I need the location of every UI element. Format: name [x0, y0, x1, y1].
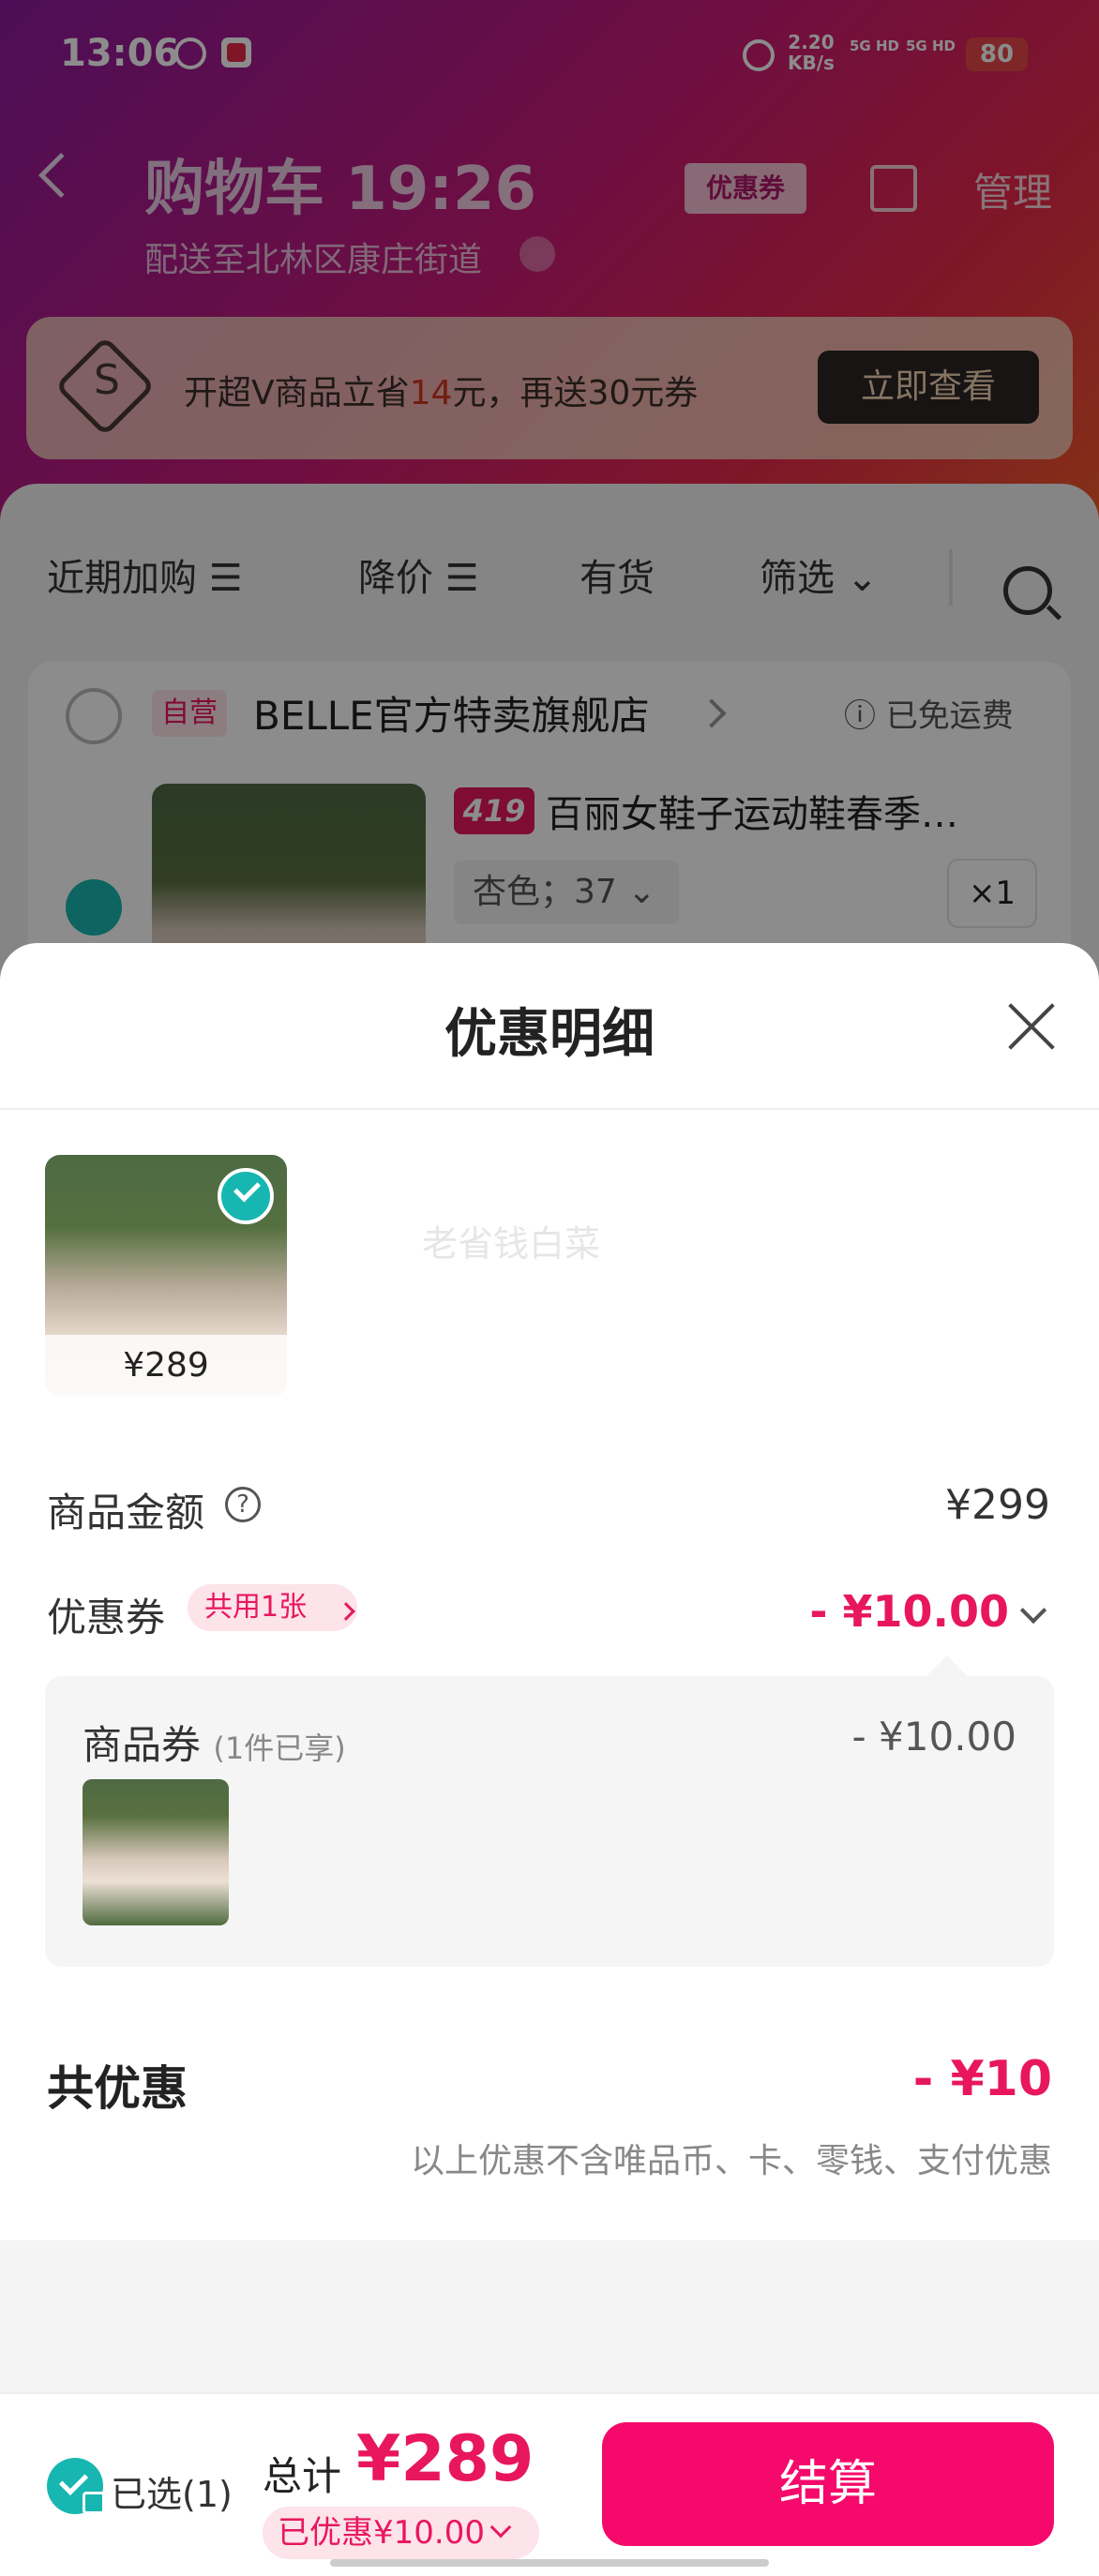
home-indicator[interactable]: [330, 2559, 769, 2567]
coupon-detail-panel: 商品券 (1件已享) - ¥10.00: [45, 1676, 1054, 1967]
thumbnail-price: ¥289: [45, 1335, 287, 1397]
goods-amount-value: ¥299: [945, 1481, 1050, 1529]
total-discount-amount: - ¥10: [912, 2051, 1052, 2107]
discount-note: 以上优惠不含唯品币、卡、零钱、支付优惠: [410, 2142, 1052, 2180]
selected-count[interactable]: 已选(1): [111, 2465, 233, 2517]
discount-detail-sheet: 优惠明细 ¥289 老省钱白菜 商品金额 ? ¥299 优惠券 共用1张 - ¥…: [0, 943, 1099, 2576]
sheet-spacer: [0, 2240, 1099, 2398]
coupon-count-chip[interactable]: 共用1张: [188, 1584, 358, 1631]
coupon-product-thumbnail: [83, 1779, 229, 1925]
check-icon: [218, 1168, 274, 1224]
product-coupon-title: 商品券 (1件已享): [83, 1722, 346, 1768]
total-label: 总计: [263, 2453, 342, 2499]
checkout-button[interactable]: 结算: [602, 2422, 1054, 2546]
coupon-label: 优惠券: [47, 1595, 166, 1640]
total-discount-label: 共优惠: [47, 2061, 188, 2116]
panel-caret: [925, 1655, 970, 1678]
goods-amount-label: 商品金额: [47, 1490, 205, 1535]
checkout-bar: 已选(1) 总计 ¥289 已优惠¥10.00 结算: [0, 2392, 1099, 2576]
coupon-amount[interactable]: - ¥10.00: [809, 1586, 1009, 1637]
chevron-down-icon[interactable]: [1019, 1596, 1047, 1625]
divider: [0, 1108, 1099, 1110]
product-coupon-amount: - ¥10.00: [851, 1714, 1016, 1760]
total-amount: ¥289: [356, 2422, 534, 2496]
help-icon[interactable]: ?: [225, 1487, 261, 1522]
sheet-title: 优惠明细: [444, 1004, 655, 1065]
watermark: 老省钱白菜: [422, 1223, 601, 1265]
lock-icon: [83, 2492, 105, 2514]
product-thumbnail[interactable]: ¥289: [45, 1155, 287, 1397]
close-icon[interactable]: [1007, 1001, 1056, 1050]
